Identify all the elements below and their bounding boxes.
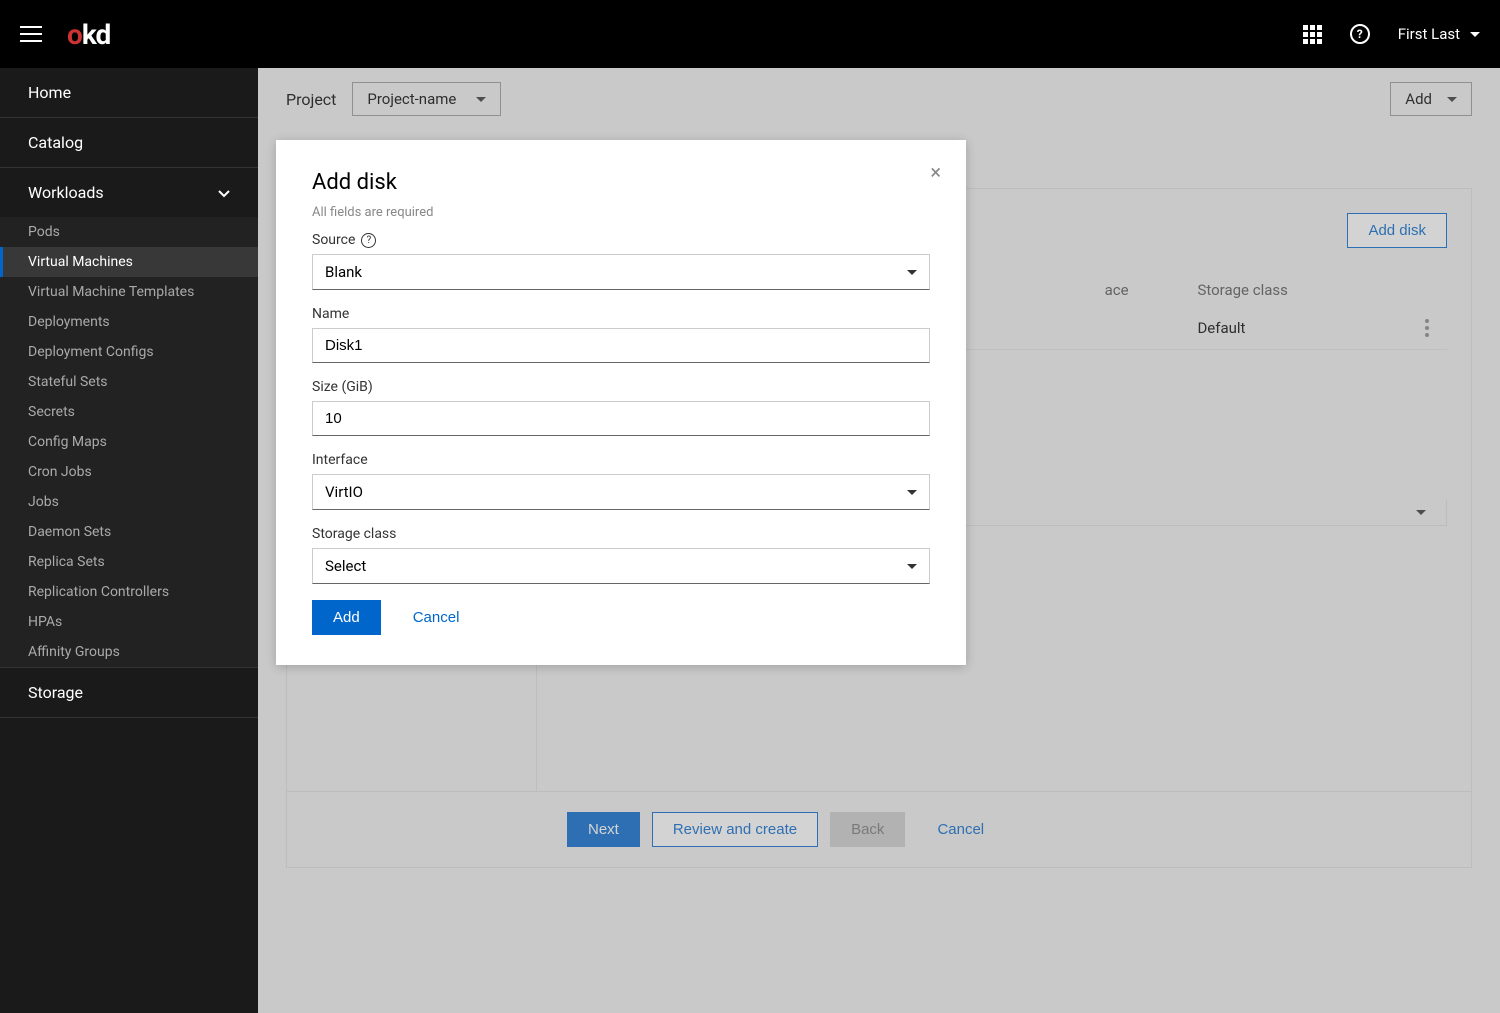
sidebar-item-pods[interactable]: Pods — [0, 217, 258, 247]
sidebar-section-storage: Storage — [0, 668, 258, 718]
user-menu[interactable]: First Last — [1398, 25, 1480, 43]
interface-select[interactable]: VirtIO — [312, 474, 930, 510]
modal-title: Add disk — [312, 170, 930, 195]
source-select[interactable]: Blank — [312, 254, 930, 290]
caret-down-icon — [907, 490, 917, 495]
sidebar: Home Catalog Workloads Pods Virtual Mach… — [0, 68, 258, 1013]
storage-class-select[interactable]: Select — [312, 548, 930, 584]
caret-down-icon — [907, 564, 917, 569]
sidebar-workloads[interactable]: Workloads — [0, 168, 258, 217]
close-icon[interactable]: × — [930, 160, 941, 184]
name-input[interactable] — [312, 328, 930, 363]
name-label: Name — [312, 306, 930, 322]
caret-down-icon — [907, 270, 917, 275]
logo-o: o — [67, 18, 82, 51]
help-icon[interactable]: ? — [361, 233, 376, 248]
sidebar-item-config-maps[interactable]: Config Maps — [0, 427, 258, 457]
sidebar-item-replica-sets[interactable]: Replica Sets — [0, 547, 258, 577]
sidebar-home[interactable]: Home — [0, 68, 258, 117]
modal-add-button[interactable]: Add — [312, 600, 381, 635]
sidebar-item-virtual-machines[interactable]: Virtual Machines — [0, 247, 258, 277]
sidebar-item-stateful-sets[interactable]: Stateful Sets — [0, 367, 258, 397]
sidebar-item-jobs[interactable]: Jobs — [0, 487, 258, 517]
sidebar-item-replication-controllers[interactable]: Replication Controllers — [0, 577, 258, 607]
size-input[interactable] — [312, 401, 930, 436]
source-label: Source ? — [312, 232, 930, 248]
sidebar-item-hpas[interactable]: HPAs — [0, 607, 258, 637]
storage-class-label: Storage class — [312, 526, 930, 542]
modal-actions: Add Cancel — [312, 600, 930, 635]
add-disk-modal: × Add disk All fields are required Sourc… — [276, 140, 966, 665]
sidebar-section-workloads: Workloads Pods Virtual Machines Virtual … — [0, 168, 258, 668]
sidebar-item-deployments[interactable]: Deployments — [0, 307, 258, 337]
interface-label: Interface — [312, 452, 930, 468]
user-name: First Last — [1398, 25, 1460, 43]
app-launcher-icon[interactable] — [1303, 25, 1322, 44]
help-icon[interactable]: ? — [1350, 24, 1370, 44]
hamburger-icon[interactable] — [20, 26, 42, 42]
sidebar-item-daemon-sets[interactable]: Daemon Sets — [0, 517, 258, 547]
top-bar: okd ? First Last — [0, 0, 1500, 68]
sidebar-item-deployment-configs[interactable]: Deployment Configs — [0, 337, 258, 367]
logo-kd: kd — [82, 18, 110, 51]
sidebar-item-affinity-groups[interactable]: Affinity Groups — [0, 637, 258, 667]
sidebar-item-cron-jobs[interactable]: Cron Jobs — [0, 457, 258, 487]
chevron-down-icon — [218, 183, 230, 202]
sidebar-catalog[interactable]: Catalog — [0, 118, 258, 167]
sidebar-section-home: Home — [0, 68, 258, 118]
size-label: Size (GiB) — [312, 379, 930, 395]
workloads-items: Pods Virtual Machines Virtual Machine Te… — [0, 217, 258, 667]
modal-cancel-button[interactable]: Cancel — [393, 601, 480, 634]
caret-down-icon — [1470, 32, 1480, 37]
modal-subtitle: All fields are required — [312, 205, 930, 220]
sidebar-item-secrets[interactable]: Secrets — [0, 397, 258, 427]
topbar-right: ? First Last — [1303, 24, 1480, 44]
logo: okd — [67, 18, 110, 51]
sidebar-section-catalog: Catalog — [0, 118, 258, 168]
sidebar-storage[interactable]: Storage — [0, 668, 258, 717]
sidebar-item-vm-templates[interactable]: Virtual Machine Templates — [0, 277, 258, 307]
